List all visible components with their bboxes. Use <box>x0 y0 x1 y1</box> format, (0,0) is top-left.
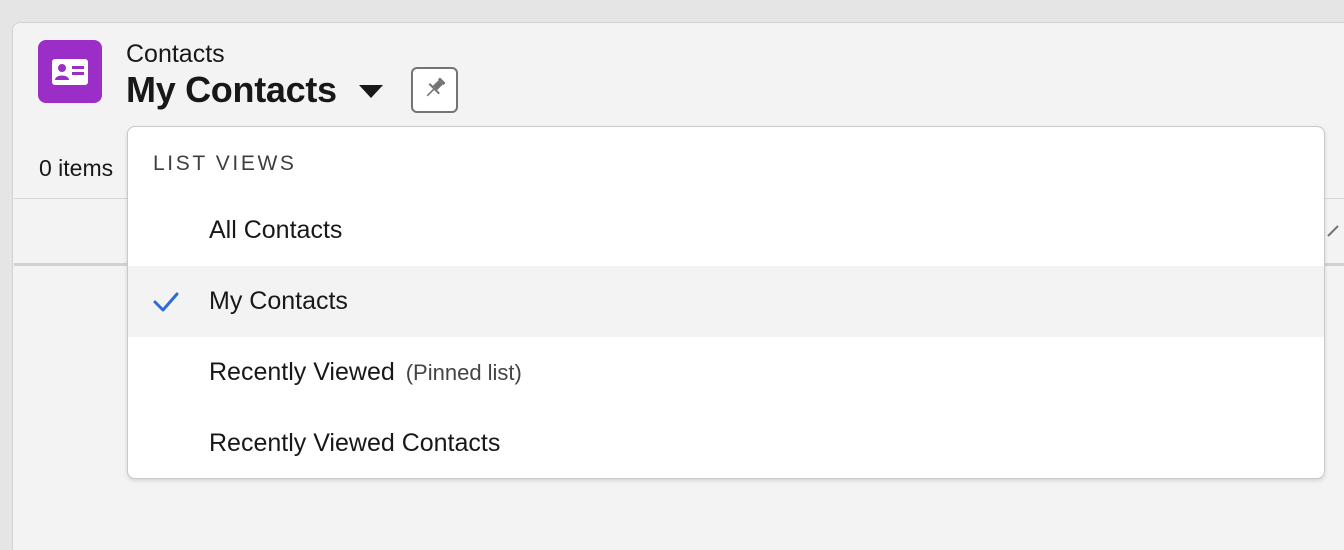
list-views-dropdown: LIST VIEWS All Contacts My Contacts Rece… <box>127 126 1325 479</box>
contact-card-icon <box>38 40 102 103</box>
checkmark-icon <box>152 290 180 314</box>
object-label: Contacts <box>126 40 225 68</box>
page: Contacts My Contacts 0 items LIST VIEWS <box>0 0 1344 550</box>
pin-icon <box>422 75 448 106</box>
list-view-option-label: Recently Viewed Contacts <box>209 429 501 457</box>
list-view-option-label: All Contacts <box>209 216 343 244</box>
column-resize-icon[interactable] <box>1324 222 1340 238</box>
pinned-list-note: (Pinned list) <box>405 360 522 385</box>
items-count: 0 items <box>39 155 114 181</box>
list-view-option-my-contacts[interactable]: My Contacts <box>128 266 1324 337</box>
pin-list-button[interactable] <box>411 67 458 113</box>
list-view-dropdown-caret-icon[interactable] <box>359 85 383 98</box>
list-view-title[interactable]: My Contacts <box>126 70 337 110</box>
list-view-option-label: Recently Viewed (Pinned list) <box>209 358 522 386</box>
list-view-option-recently-viewed-contacts[interactable]: Recently Viewed Contacts <box>128 408 1324 478</box>
list-view-option-label: My Contacts <box>209 287 348 315</box>
list-views-header: LIST VIEWS <box>153 152 297 175</box>
list-view-option-all-contacts[interactable]: All Contacts <box>128 195 1324 266</box>
list-view-option-recently-viewed[interactable]: Recently Viewed (Pinned list) <box>128 337 1324 408</box>
